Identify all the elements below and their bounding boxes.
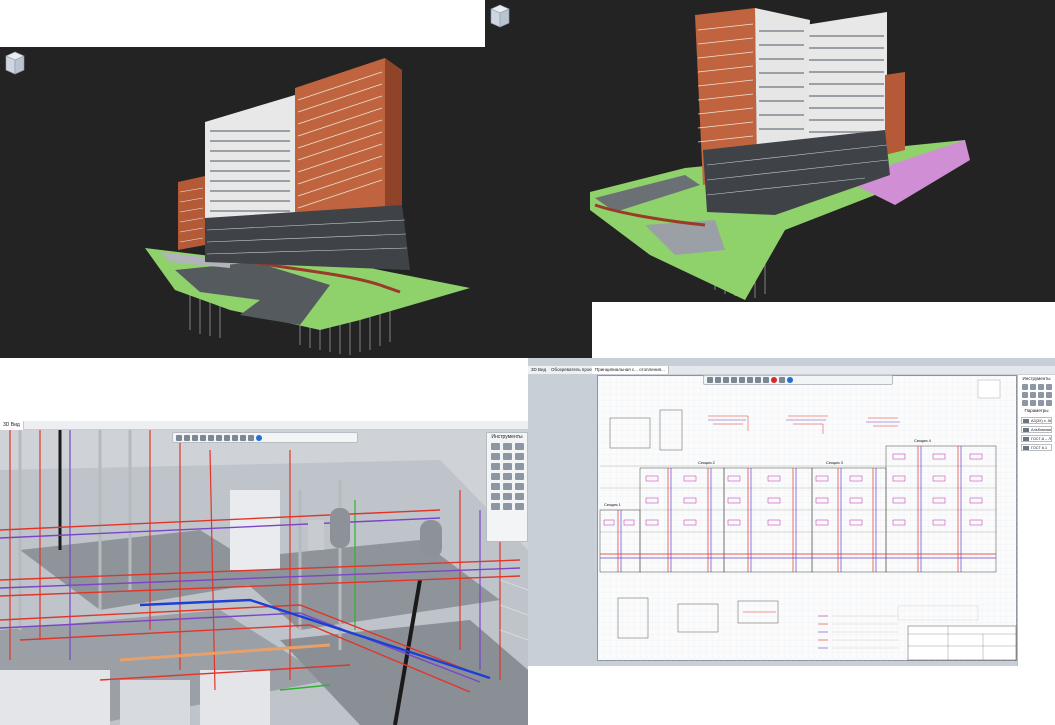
render-mode-icon[interactable] [224, 434, 230, 441]
building-model-right [590, 8, 970, 300]
stop-icon[interactable] [771, 377, 777, 383]
tool-icon[interactable] [491, 493, 500, 500]
tool-icon[interactable] [515, 453, 524, 460]
visibility-icon[interactable] [216, 434, 222, 441]
tool-icon[interactable] [491, 453, 500, 460]
tool-icon[interactable] [1022, 392, 1028, 398]
tools-title: Инструменты [1022, 376, 1051, 381]
tool-icon[interactable] [491, 473, 500, 480]
tool-icon[interactable] [1030, 384, 1036, 390]
zoom-icon[interactable] [176, 434, 182, 441]
tool-icon[interactable] [515, 483, 524, 490]
pan-icon[interactable] [184, 434, 190, 441]
settings-icon[interactable] [779, 377, 785, 383]
param-title-block[interactable]: ГОСТ-6 – Лис... [1021, 435, 1052, 442]
3d-view-building-right[interactable] [485, 0, 1055, 358]
tool-icon[interactable] [1030, 392, 1036, 398]
mep-pipes-model [0, 430, 528, 725]
tool-icon[interactable] [491, 463, 500, 470]
section-label: Секция 3 [826, 460, 843, 465]
tab-heating-schematic[interactable]: Принципиальная с... отопления... [592, 366, 669, 374]
pan-icon[interactable] [715, 377, 721, 383]
fit-icon[interactable] [200, 434, 206, 441]
tool-icon[interactable] [515, 443, 524, 450]
tool-icon[interactable] [1038, 400, 1044, 406]
tool-icon[interactable] [503, 503, 512, 510]
tab-3d-view[interactable]: 3D Вид [0, 421, 24, 430]
section-label: Секция 2 [698, 460, 715, 465]
tool-icon[interactable] [515, 463, 524, 470]
tool-icon[interactable] [503, 443, 512, 450]
tool-icon[interactable] [1022, 384, 1028, 390]
fit-icon[interactable] [723, 377, 729, 383]
help-icon[interactable] [787, 377, 793, 383]
drawing-sheet[interactable]: Секция 1 Секция 2 Секция 3 Секция 4 [597, 375, 1018, 662]
tool-icon[interactable] [1022, 400, 1028, 406]
section-label: Секция 1 [604, 502, 621, 507]
tab-bar: 3D Вид Обозреватель проекта Принципиальн… [528, 366, 1055, 374]
tool-icon[interactable] [503, 493, 512, 500]
settings-icon[interactable] [248, 434, 254, 441]
tools-title: Инструменты [491, 434, 523, 440]
zoom-icon[interactable] [707, 377, 713, 383]
properties-sidebar: Инструменты Параметры A3(3Х) x .586... А… [1017, 375, 1055, 666]
params-title: Параметры [1024, 408, 1049, 413]
tool-icon[interactable] [1046, 392, 1052, 398]
camera-icon[interactable] [755, 377, 761, 383]
visibility-icon[interactable] [739, 377, 745, 383]
tab-bar: 3D Вид [0, 421, 528, 430]
param-orientation[interactable]: Альбомная [1021, 426, 1052, 433]
section-label: Секция 4 [914, 438, 931, 443]
tools-grid [1018, 383, 1055, 407]
camera-icon[interactable] [232, 434, 238, 441]
tool-icon[interactable] [491, 503, 500, 510]
text-tool-icon[interactable] [1046, 384, 1052, 390]
tool-icon[interactable] [1030, 400, 1036, 406]
help-icon[interactable] [256, 434, 262, 441]
tool-icon[interactable] [515, 503, 524, 510]
mep-3d-viewport[interactable] [0, 430, 528, 725]
section-icon[interactable] [731, 377, 737, 383]
tool-icon[interactable] [515, 493, 524, 500]
view-toolbar[interactable] [172, 432, 358, 443]
measure-icon[interactable] [240, 434, 246, 441]
tool-icon[interactable] [503, 473, 512, 480]
tool-icon[interactable] [1046, 400, 1052, 406]
tool-icon[interactable] [491, 483, 500, 490]
mep-3d-view-panel: 3D Вид Инструменты [0, 358, 528, 725]
measure-icon[interactable] [763, 377, 769, 383]
tool-icon[interactable] [515, 473, 524, 480]
tool-icon[interactable] [1038, 384, 1044, 390]
tool-icon[interactable] [1038, 392, 1044, 398]
section-icon[interactable] [208, 434, 214, 441]
tools-panel: Инструменты [486, 432, 528, 542]
schematic-drawing [598, 376, 1018, 662]
param-sheet-format[interactable]: A3(3Х) x .586... [1021, 417, 1052, 424]
render-mode-icon[interactable] [747, 377, 753, 383]
tool-icon[interactable] [503, 483, 512, 490]
view-toolbar[interactable] [703, 375, 893, 385]
tab-3d-view[interactable]: 3D Вид [528, 366, 551, 374]
tool-icon[interactable] [503, 463, 512, 470]
heating-schematic-panel: 3D Вид Обозреватель проекта Принципиальн… [528, 358, 1055, 666]
tool-icon[interactable] [503, 453, 512, 460]
rotate-icon[interactable] [192, 434, 198, 441]
tools-grid [487, 441, 527, 512]
tool-icon[interactable] [491, 443, 500, 450]
param-standard[interactable]: ГОСТ 6.1 [1021, 444, 1052, 451]
